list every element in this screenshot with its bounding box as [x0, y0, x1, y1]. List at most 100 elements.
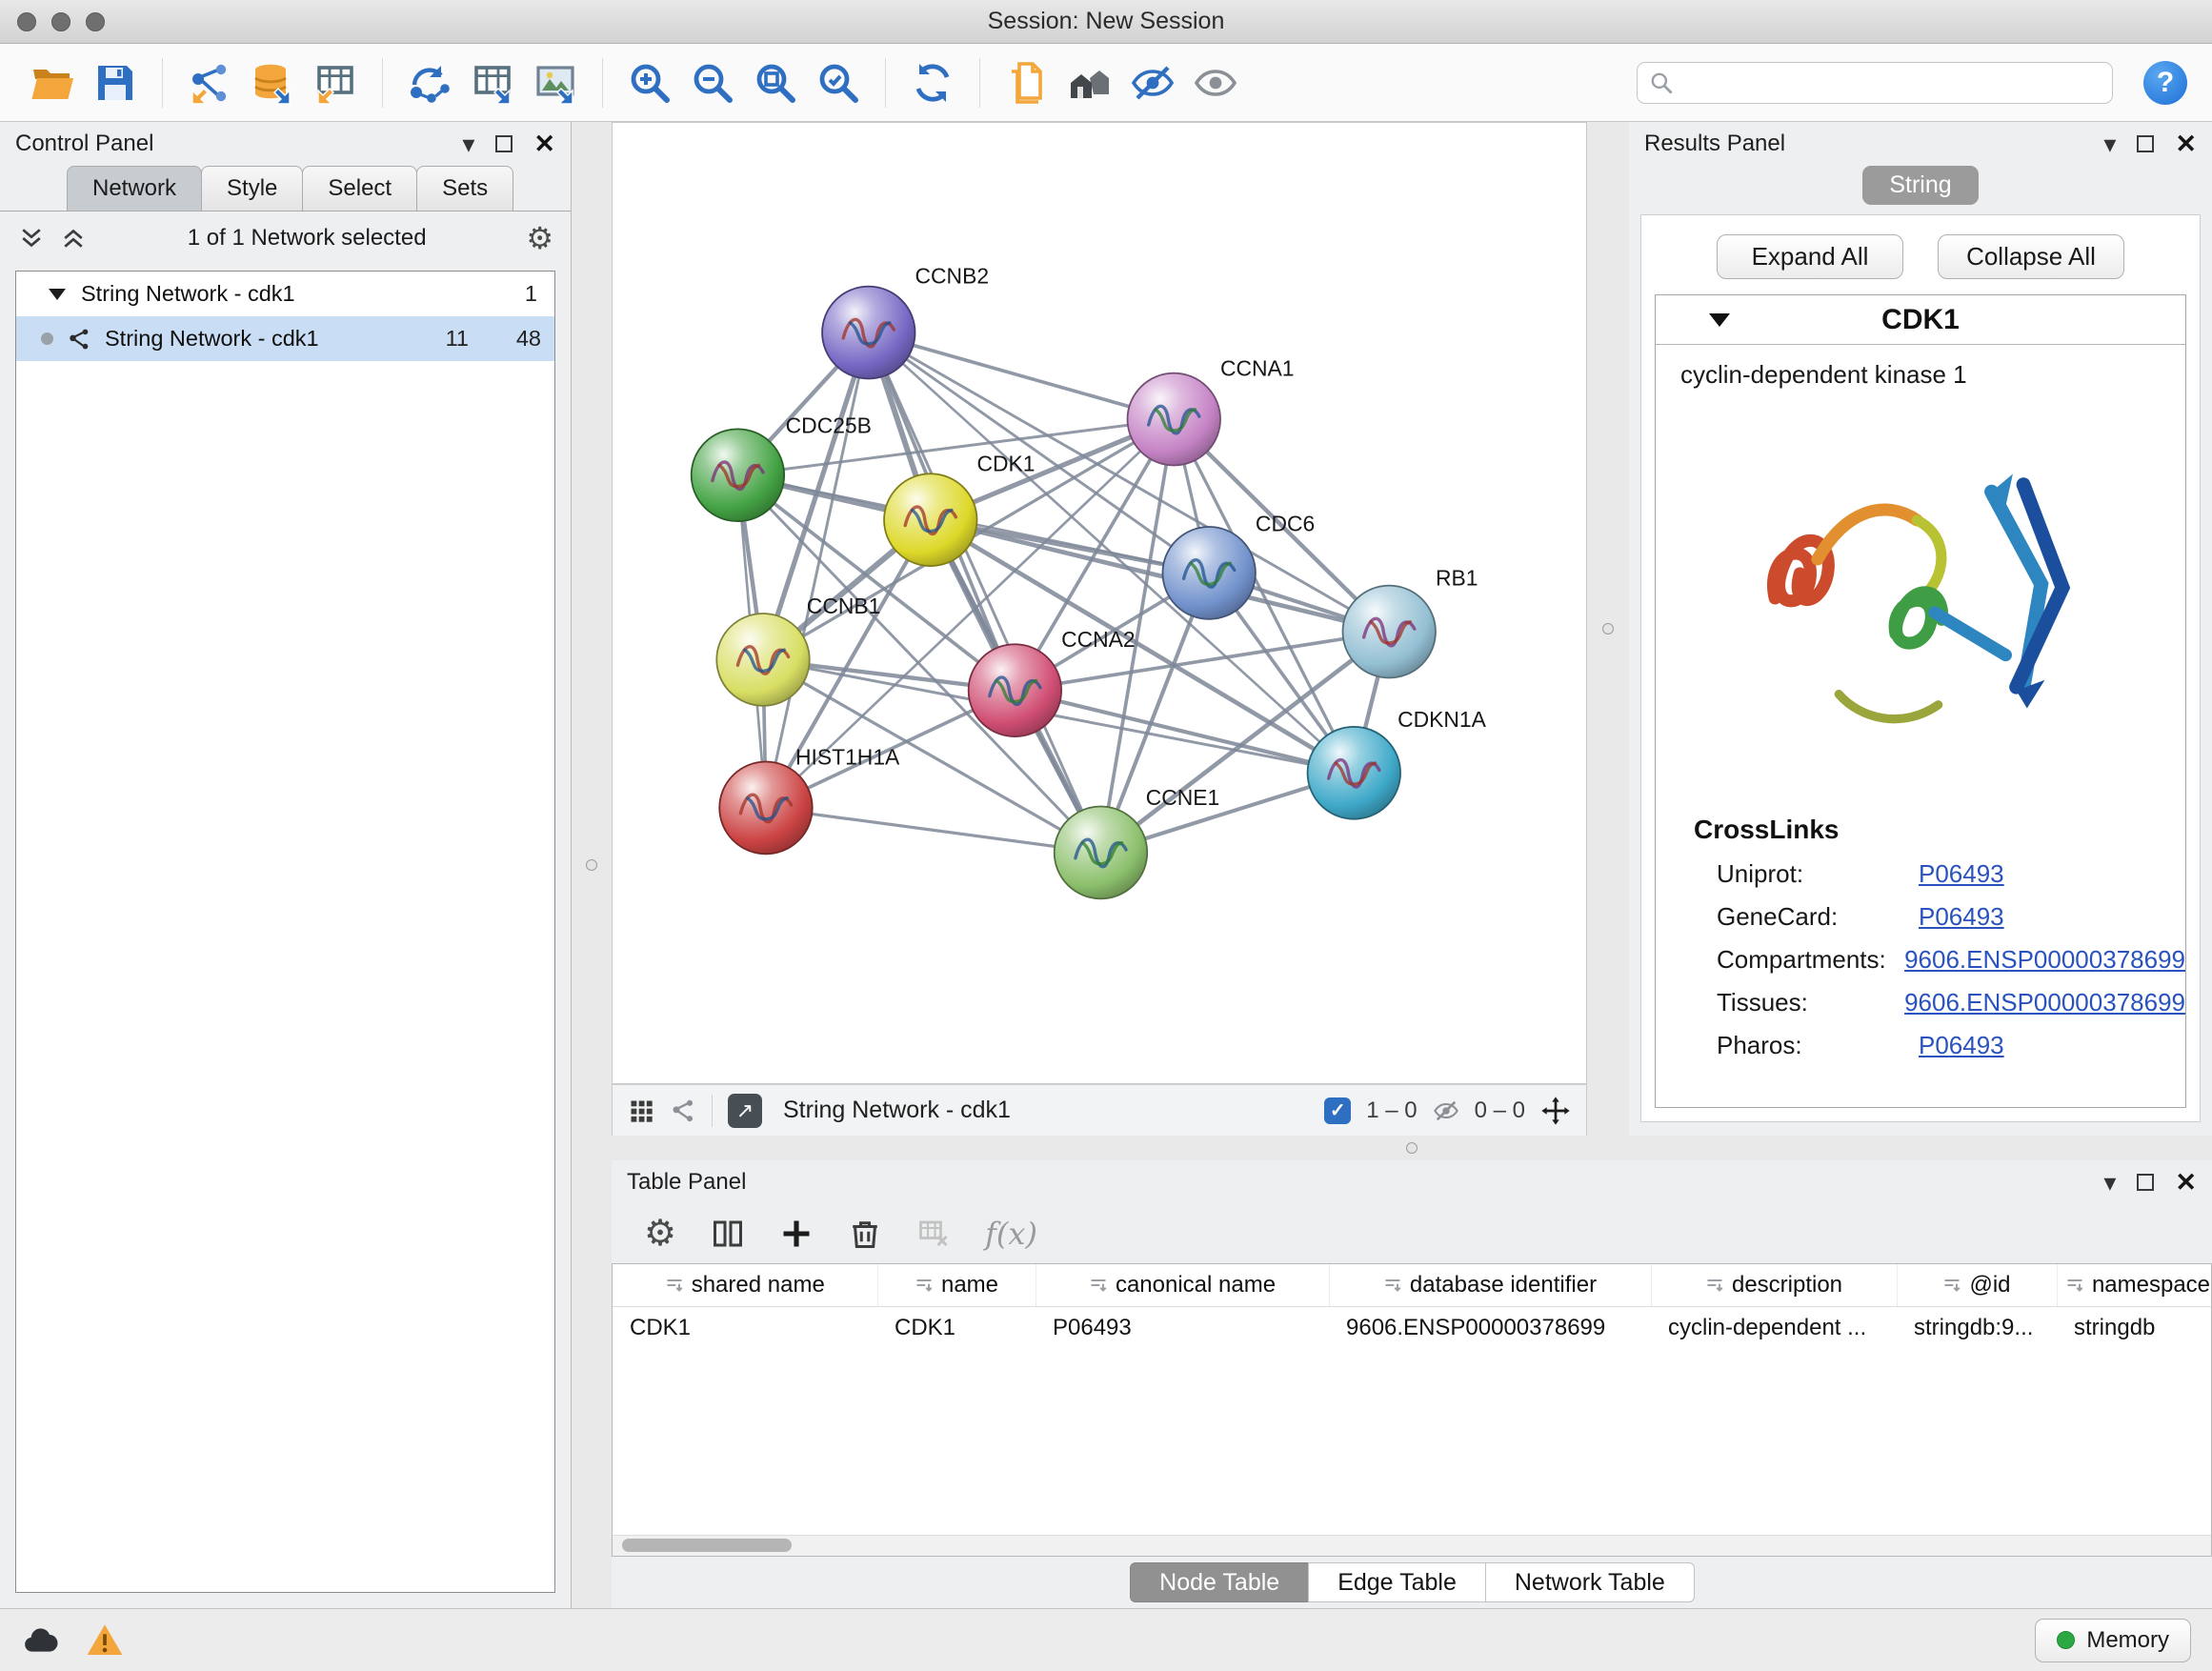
table-cell[interactable]: CDK1 — [613, 1306, 877, 1350]
apply-layout-button[interactable] — [905, 55, 960, 111]
add-column-plus-icon[interactable] — [779, 1217, 814, 1251]
tab-style[interactable]: Style — [201, 166, 303, 211]
export-image-button[interactable] — [528, 55, 583, 111]
column-header-id[interactable]: @id — [1897, 1264, 2057, 1306]
network-node-HIST1H1A[interactable] — [719, 762, 812, 855]
table-cell[interactable]: cyclin-dependent ... — [1651, 1306, 1897, 1350]
panel-menu-icon[interactable]: ▾ — [2103, 130, 2116, 159]
show-all-button[interactable] — [1188, 55, 1243, 111]
left-splitter[interactable] — [572, 122, 612, 1608]
detach-view-button[interactable]: ↗ — [728, 1094, 762, 1128]
column-header-shared-name[interactable]: shared name — [613, 1264, 877, 1306]
column-header-namespace[interactable]: namespace — [2057, 1264, 2212, 1306]
network-node-CCNA2[interactable] — [969, 644, 1061, 736]
crosslink-link[interactable]: 9606.ENSP00000378699 — [1904, 945, 2185, 975]
network-node-CDKN1A[interactable] — [1308, 727, 1400, 819]
expand-all-tree-icon[interactable] — [59, 224, 88, 252]
crosslink-link[interactable]: 9606.ENSP00000378699 — [1904, 988, 2185, 1017]
tab-network-table[interactable]: Network Table — [1485, 1562, 1695, 1602]
cloud-icon[interactable] — [21, 1621, 59, 1660]
show-columns-icon[interactable] — [711, 1217, 745, 1251]
horizontal-scrollbar-track[interactable] — [613, 1535, 2211, 1556]
tab-select[interactable]: Select — [302, 166, 417, 211]
close-window-button[interactable] — [17, 12, 36, 31]
gear-icon[interactable]: ⚙ — [526, 223, 553, 253]
network-edge[interactable] — [869, 332, 1101, 853]
tab-node-table[interactable]: Node Table — [1130, 1562, 1309, 1602]
panel-menu-icon[interactable]: ▾ — [462, 130, 474, 159]
open-session-button[interactable] — [25, 55, 80, 111]
table-row[interactable]: CDK1CDK1P064939606.ENSP00000378699cyclin… — [613, 1306, 2212, 1350]
horizontal-scrollbar-thumb[interactable] — [622, 1539, 792, 1552]
network-node-CCNB2[interactable] — [822, 287, 915, 379]
tree-caret-icon[interactable] — [49, 289, 66, 300]
minimize-window-button[interactable] — [51, 12, 70, 31]
panel-float-icon[interactable] — [2137, 1174, 2154, 1191]
panel-menu-icon[interactable]: ▾ — [2103, 1168, 2116, 1198]
panel-close-icon[interactable]: ✕ — [2175, 130, 2197, 159]
collapse-all-button[interactable]: Collapse All — [1938, 234, 2124, 279]
birds-eye-grid-icon[interactable] — [628, 1097, 654, 1124]
tab-sets[interactable]: Sets — [416, 166, 513, 211]
splitter-grip-icon[interactable] — [586, 859, 597, 871]
warning-icon[interactable] — [86, 1621, 124, 1660]
tab-string[interactable]: String — [1862, 166, 1978, 205]
network-collection-row[interactable]: String Network - cdk1 1 — [16, 272, 554, 316]
function-builder-icon[interactable]: f(x) — [985, 1216, 1037, 1252]
zoom-selected-button[interactable] — [811, 55, 866, 111]
search-box[interactable] — [1637, 62, 2113, 104]
memory-button[interactable]: Memory — [2035, 1619, 2191, 1662]
network-node-CDK1[interactable] — [884, 473, 976, 566]
open-document-button[interactable] — [999, 55, 1055, 111]
hidden-eye-slash-icon[interactable] — [1433, 1097, 1459, 1124]
network-overview-icon[interactable] — [670, 1097, 696, 1124]
import-network-file-button[interactable] — [182, 55, 237, 111]
table-cell[interactable]: CDK1 — [877, 1306, 1036, 1350]
delete-column-trash-icon[interactable] — [848, 1217, 882, 1251]
network-node-CDC25B[interactable] — [692, 429, 784, 521]
splitter-grip-icon[interactable] — [1602, 623, 1614, 634]
column-header-description[interactable]: description — [1651, 1264, 1897, 1306]
network-node-CCNB1[interactable] — [716, 614, 809, 706]
network-edge[interactable] — [869, 332, 1174, 419]
tab-network[interactable]: Network — [67, 166, 202, 211]
table-cell[interactable]: stringdb — [2057, 1306, 2212, 1350]
hide-selected-button[interactable] — [1125, 55, 1180, 111]
network-node-CCNE1[interactable] — [1055, 806, 1147, 898]
column-header-name[interactable]: name — [877, 1264, 1036, 1306]
panel-close-icon[interactable]: ✕ — [2175, 1168, 2197, 1198]
column-header-database-identifier[interactable]: database identifier — [1329, 1264, 1651, 1306]
column-header-canonical-name[interactable]: canonical name — [1036, 1264, 1329, 1306]
table-cell[interactable]: P06493 — [1036, 1306, 1329, 1350]
section-caret-icon[interactable] — [1709, 313, 1730, 327]
network-node-CCNA1[interactable] — [1128, 373, 1220, 466]
import-network-database-button[interactable] — [245, 55, 300, 111]
crosslink-link[interactable]: P06493 — [1919, 859, 2004, 889]
network-node-RB1[interactable] — [1343, 586, 1436, 678]
import-table-file-button[interactable] — [308, 55, 363, 111]
network-edge[interactable] — [766, 332, 869, 808]
tab-edge-table[interactable]: Edge Table — [1308, 1562, 1486, 1602]
pan-crosshair-icon[interactable] — [1540, 1096, 1571, 1126]
collapse-all-tree-icon[interactable] — [17, 224, 46, 252]
home-button[interactable] — [1062, 55, 1117, 111]
selected-checkbox-icon[interactable]: ✓ — [1324, 1097, 1351, 1124]
table-cell[interactable]: 9606.ENSP00000378699 — [1329, 1306, 1651, 1350]
network-canvas[interactable]: CCNB2CCNA1CDC25BCDK1CDC6RB1CCNB1CCNA2CDK… — [612, 122, 1587, 1084]
protein-section-header[interactable]: CDK1 — [1656, 295, 2185, 345]
zoom-fit-button[interactable] — [748, 55, 803, 111]
export-table-button[interactable] — [465, 55, 520, 111]
crosslink-link[interactable]: P06493 — [1919, 902, 2004, 932]
crosslink-link[interactable]: P06493 — [1919, 1031, 2004, 1060]
zoom-out-button[interactable] — [685, 55, 740, 111]
network-graph[interactable]: CCNB2CCNA1CDC25BCDK1CDC6RB1CCNB1CCNA2CDK… — [613, 123, 1586, 1083]
zoom-window-button[interactable] — [86, 12, 105, 31]
panel-float-icon[interactable] — [2137, 135, 2154, 152]
save-session-button[interactable] — [88, 55, 143, 111]
help-button[interactable]: ? — [2143, 61, 2187, 105]
network-row-selected[interactable]: String Network - cdk1 11 48 — [16, 316, 554, 361]
panel-float-icon[interactable] — [495, 135, 513, 152]
zoom-in-button[interactable] — [622, 55, 677, 111]
network-edge[interactable] — [766, 808, 1100, 853]
network-node-CDC6[interactable] — [1162, 527, 1255, 619]
